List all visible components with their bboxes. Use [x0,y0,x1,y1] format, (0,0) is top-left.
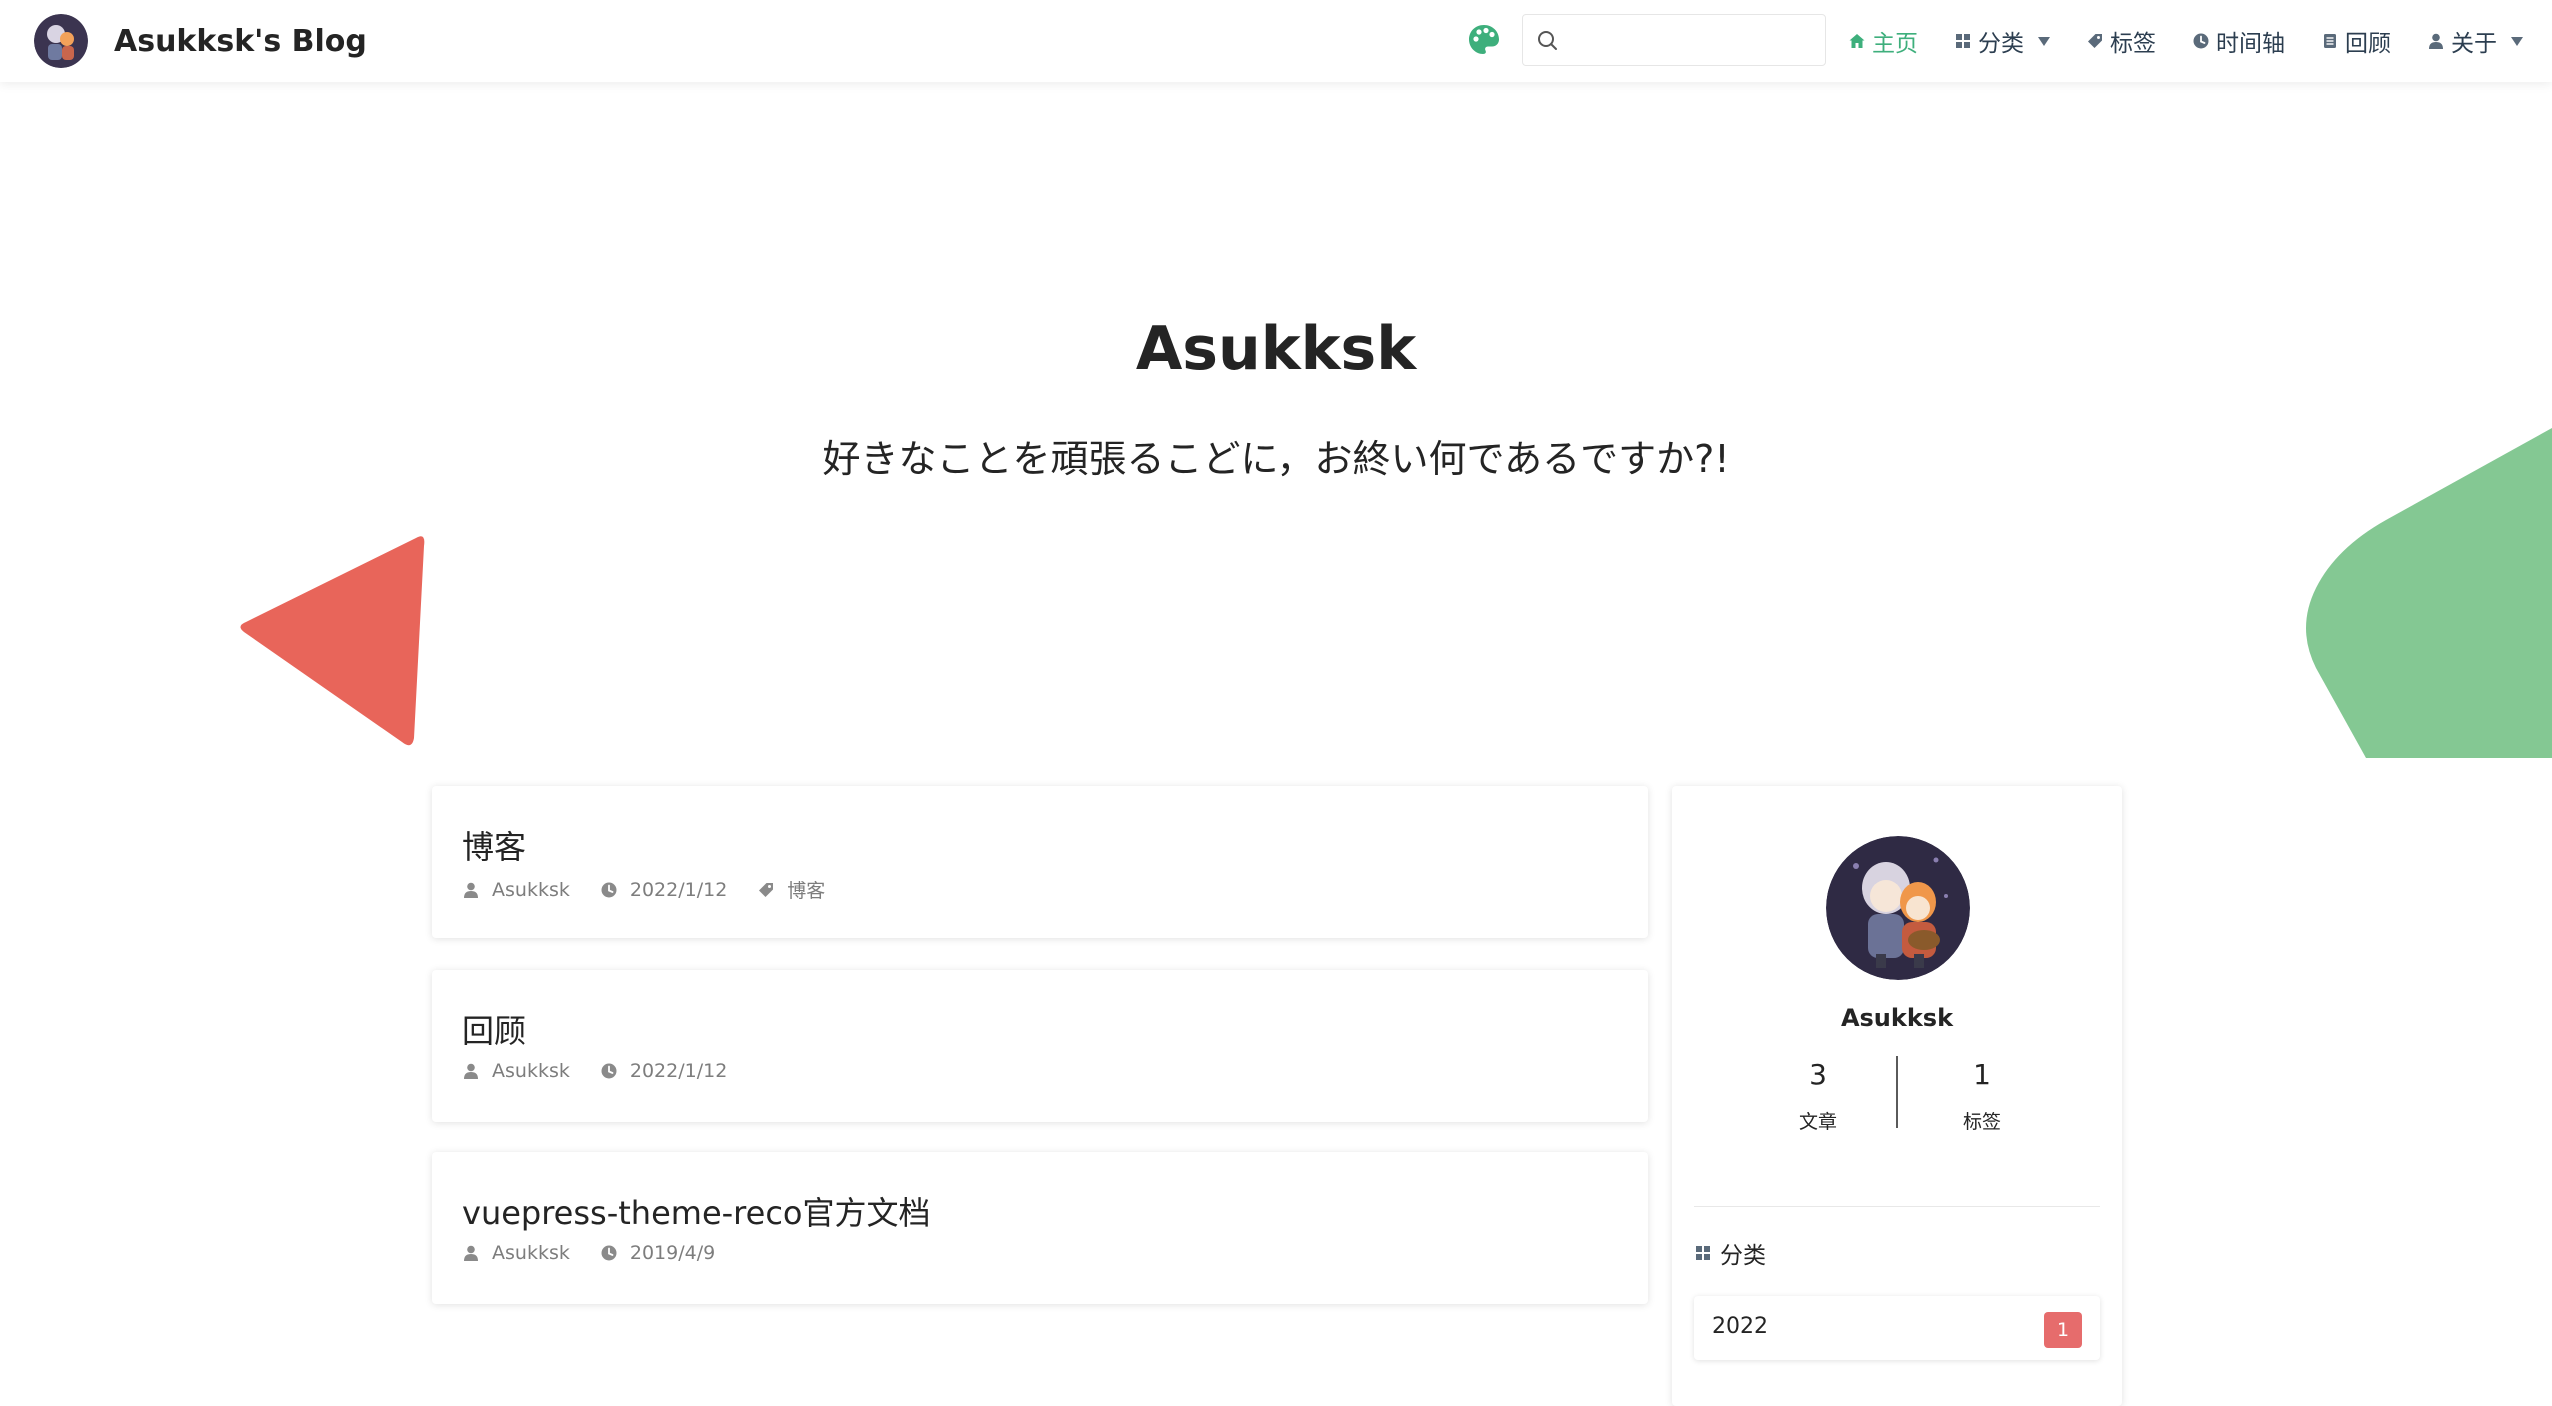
user-icon [2429,33,2443,49]
stat-articles-label: 文章 [1798,1111,1837,1133]
post-date: 2022/1/12 [600,1060,727,1082]
profile-card: Asukksk 3 文章 1 标签 分类 2022 1 [1672,786,2122,1406]
category-icon [1956,34,1970,48]
document-icon [2324,34,2336,48]
nav-item-category-label: 分类 [1978,31,2024,57]
post-meta: Asukksk 2022/1/12 [462,1060,757,1082]
search-icon [1538,31,1557,50]
brand-link[interactable]: Asukksk's Blog [34,12,367,70]
search-input[interactable] [1571,23,1817,57]
user-icon [464,1063,478,1079]
nav-item-about-label: 关于 [2451,31,2497,57]
post-card[interactable]: vuepress-theme-reco官方文档 Asukksk 2019/4/9 [432,1152,1648,1304]
post-title[interactable]: vuepress-theme-reco官方文档 [462,1188,931,1234]
brand-avatar [34,14,88,68]
category-name: 2022 [1712,1314,1768,1339]
post-meta: Asukksk 2019/4/9 [462,1242,745,1264]
palette-icon[interactable] [1466,22,1502,58]
post-date: 2022/1/12 [600,879,727,901]
post-author: Asukksk [462,1060,570,1082]
tag-icon [759,882,774,897]
post-title[interactable]: 博客 [462,822,526,868]
category-icon [1696,1246,1710,1260]
clock-icon [601,1245,617,1261]
stat-tags-count: 1 [1973,1058,1991,1091]
stat-articles[interactable]: 3 文章 [1738,1058,1898,1134]
user-icon [464,1245,478,1261]
user-icon [464,882,478,898]
hero-title: Asukksk [1135,314,1417,384]
nav-item-review-label: 回顾 [2345,31,2391,57]
nav-item-category[interactable]: 分类 [1954,24,2050,58]
clock-icon [601,882,617,897]
chevron-down-icon [2038,36,2050,46]
decorative-triangle [240,536,425,746]
post-author: Asukksk [462,1242,570,1264]
home-icon [1849,34,1865,48]
nav-item-home[interactable]: 主页 [1848,24,1918,58]
clock-icon [601,1063,617,1079]
chevron-down-icon [2511,36,2523,46]
search-box [1522,14,1826,66]
category-count-badge: 1 [2044,1312,2082,1348]
hero-subtitle: 好きなことを頑張るこどに，お終い何であるですか?! [822,437,1730,481]
category-item[interactable]: 2022 1 [1694,1296,2100,1360]
stat-divider [1896,1056,1898,1128]
post-date: 2019/4/9 [600,1242,715,1264]
nav-item-review[interactable]: 回顾 [2321,24,2391,58]
nav-item-timeline[interactable]: 时间轴 [2192,24,2285,58]
clock-icon [2193,33,2209,49]
divider [1694,1206,2100,1207]
post-meta: Asukksk 2022/1/12 博客 [462,876,855,903]
brand-title: Asukksk's Blog [114,23,367,59]
avatar [1826,836,1970,980]
post-card[interactable]: 博客 Asukksk 2022/1/12 博客 [432,786,1648,938]
post-card[interactable]: 回顾 Asukksk 2022/1/12 [432,970,1648,1122]
nav-links: 主页 分类 标签 时间轴 回顾 关于 [1848,0,2523,82]
nav-item-timeline-label: 时间轴 [2216,31,2285,57]
nav-item-tag[interactable]: 标签 [2086,24,2156,58]
tag-icon [2088,34,2102,48]
post-title[interactable]: 回顾 [462,1006,526,1052]
stat-tags-label: 标签 [1962,1111,2001,1133]
nav-item-about[interactable]: 关于 [2427,24,2523,58]
post-author: Asukksk [462,879,570,901]
nav-item-tag-label: 标签 [2110,31,2156,57]
navbar: Asukksk's Blog 主页 分类 标签 时间轴 回顾 关于 [0,0,2552,82]
stat-tags[interactable]: 1 标签 [1902,1058,2062,1134]
post-tag[interactable]: 博客 [757,876,825,903]
decorative-shape [2306,428,2552,758]
nav-item-home-label: 主页 [1872,31,1918,57]
stat-articles-count: 3 [1809,1058,1827,1091]
profile-name: Asukksk [1840,1004,1954,1032]
category-heading: 分类 [1694,1236,1766,1270]
